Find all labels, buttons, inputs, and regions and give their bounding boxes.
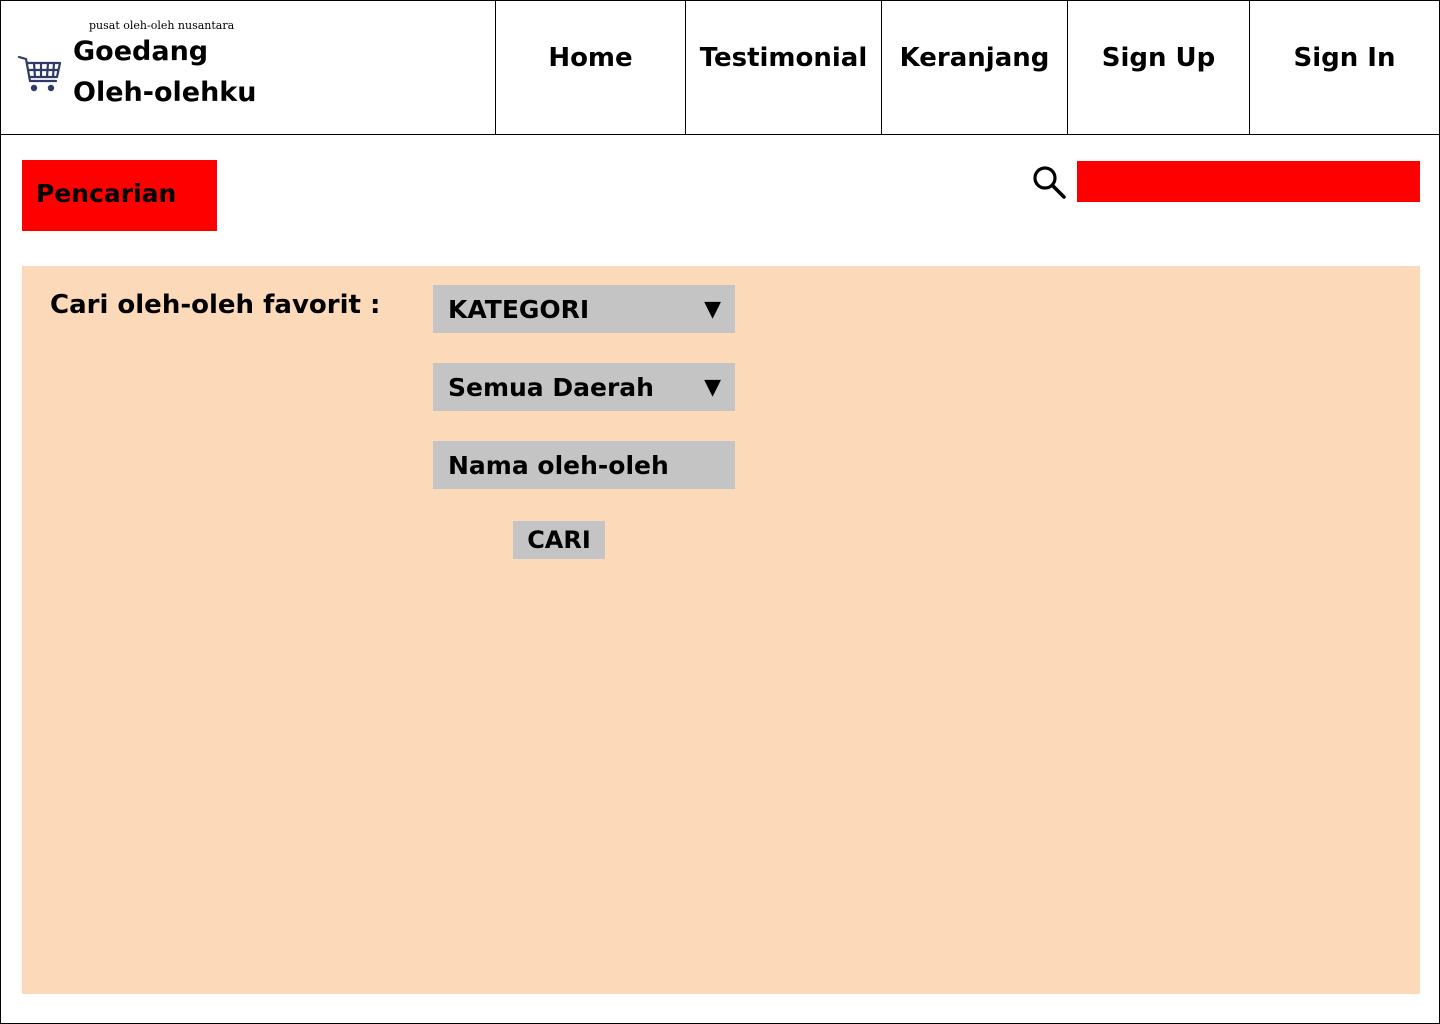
brand-name-line1: Goedang: [73, 36, 209, 67]
search-submit-button[interactable]: CARI: [513, 521, 605, 559]
page: pusat oleh-oleh nusantara Goedang Oleh-o…: [0, 0, 1440, 1024]
search-title: Pencarian: [22, 160, 217, 231]
brand-name: Goedang Oleh-olehku: [73, 31, 256, 113]
site-header: pusat oleh-oleh nusantara Goedang Oleh-o…: [1, 1, 1439, 135]
category-select[interactable]: KATEGORI ▼: [433, 285, 735, 333]
name-field[interactable]: Nama oleh-oleh: [433, 441, 735, 489]
nav-home[interactable]: Home: [495, 1, 685, 135]
category-select-value: KATEGORI: [448, 294, 590, 324]
search-input[interactable]: [1077, 161, 1420, 202]
name-field-placeholder: Nama oleh-oleh: [448, 450, 669, 480]
region-select[interactable]: Semua Daerah ▼: [433, 363, 735, 411]
nav-testimonial[interactable]: Testimonial: [685, 1, 881, 135]
chevron-down-icon: ▼: [704, 375, 721, 400]
search-icon[interactable]: [1031, 164, 1067, 200]
nav-keranjang[interactable]: Keranjang: [881, 1, 1067, 135]
filter-label: Cari oleh-oleh favorit :: [50, 290, 381, 320]
nav-sign-up[interactable]: Sign Up: [1067, 1, 1249, 135]
chevron-down-icon: ▼: [704, 297, 721, 322]
brand[interactable]: pusat oleh-oleh nusantara Goedang Oleh-o…: [1, 1, 495, 135]
nav-sign-in[interactable]: Sign In: [1249, 1, 1439, 135]
region-select-value: Semua Daerah: [448, 372, 654, 402]
filter-panel: Cari oleh-oleh favorit : KATEGORI ▼ Semu…: [22, 266, 1420, 994]
brand-name-line2: Oleh-olehku: [73, 77, 257, 108]
shopping-cart-icon: [17, 55, 62, 92]
